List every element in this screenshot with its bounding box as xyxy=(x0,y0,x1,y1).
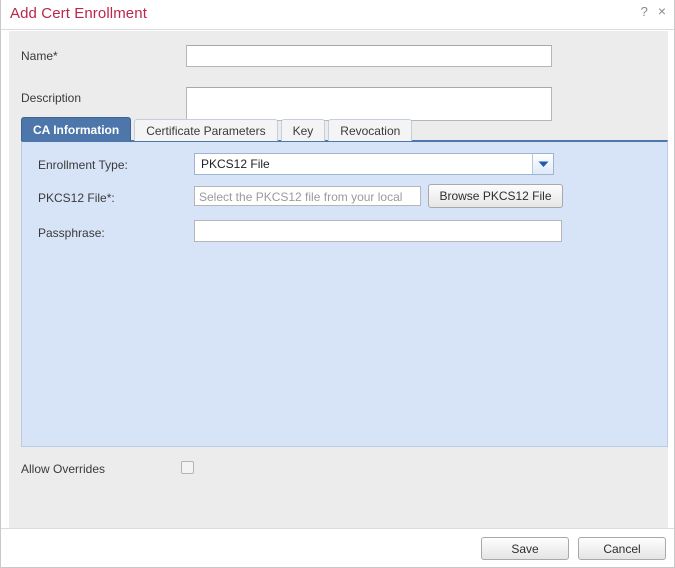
description-input[interactable] xyxy=(186,87,552,121)
enrollment-type-label: Enrollment Type: xyxy=(38,158,128,172)
enrollment-type-value: PKCS12 File xyxy=(201,157,270,171)
tab-certificate-parameters[interactable]: Certificate Parameters xyxy=(134,119,278,141)
pkcs12-file-input[interactable]: Select the PKCS12 file from your local xyxy=(194,186,421,206)
tab-key[interactable]: Key xyxy=(280,119,326,141)
titlebar-actions: ? × xyxy=(641,4,666,18)
description-label: Description xyxy=(21,91,82,105)
dialog-titlebar: Add Cert Enrollment ? × xyxy=(1,0,674,30)
pkcs12-file-label: PKCS12 File*: xyxy=(38,191,115,205)
name-label: Name* xyxy=(21,49,58,63)
ca-information-panel: Enrollment Type: PKCS12 File PKCS12 File… xyxy=(21,140,668,447)
chevron-down-icon[interactable] xyxy=(532,154,553,174)
enrollment-type-select[interactable]: PKCS12 File xyxy=(194,153,554,175)
dialog-footer: Save Cancel xyxy=(1,528,674,567)
dialog-body: Name* Description CA Information Certifi… xyxy=(9,31,668,528)
help-icon[interactable]: ? xyxy=(641,5,648,18)
cancel-button[interactable]: Cancel xyxy=(578,537,666,560)
name-input[interactable] xyxy=(186,45,552,67)
passphrase-input[interactable] xyxy=(194,220,562,242)
allow-overrides-row: Allow Overrides xyxy=(9,459,668,481)
close-icon[interactable]: × xyxy=(658,4,666,18)
passphrase-label: Passphrase: xyxy=(38,226,105,240)
allow-overrides-checkbox[interactable] xyxy=(181,461,194,474)
save-button[interactable]: Save xyxy=(481,537,569,560)
page-title: Add Cert Enrollment xyxy=(10,5,147,22)
add-cert-enrollment-dialog: Add Cert Enrollment ? × Name* Descriptio… xyxy=(0,0,675,568)
name-row: Name* xyxy=(9,45,668,73)
browse-pkcs12-file-button[interactable]: Browse PKCS12 File xyxy=(428,184,563,208)
tab-ca-information[interactable]: CA Information xyxy=(21,117,132,141)
tab-strip: CA Information Certificate Parameters Ke… xyxy=(21,117,415,141)
tabs-container: CA Information Certificate Parameters Ke… xyxy=(21,117,668,447)
allow-overrides-label: Allow Overrides xyxy=(21,462,106,476)
tab-revocation[interactable]: Revocation xyxy=(328,119,413,141)
